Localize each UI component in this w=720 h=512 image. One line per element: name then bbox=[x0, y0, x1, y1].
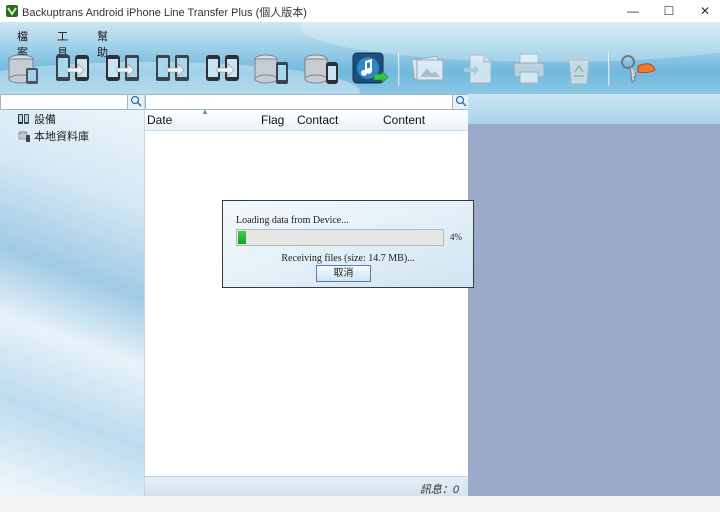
print-icon[interactable] bbox=[510, 50, 548, 88]
itunes-sync-icon[interactable] bbox=[352, 50, 390, 88]
transfer-iphone-to-android-icon[interactable] bbox=[104, 50, 142, 88]
transfer-android-to-iphone-icon[interactable] bbox=[54, 50, 92, 88]
search-icon bbox=[455, 95, 467, 107]
table-header: ▲ Date Flag Contact Content bbox=[145, 107, 469, 131]
window-title: Backuptrans Android iPhone Line Transfer… bbox=[22, 7, 307, 19]
local-database-icon bbox=[18, 131, 30, 142]
window-bottom-border bbox=[0, 496, 720, 512]
receiving-status: Receiving files (size: 14.7 MB)... bbox=[281, 253, 415, 264]
tree-search-button[interactable] bbox=[127, 94, 144, 110]
column-contact[interactable]: Contact bbox=[297, 113, 338, 127]
app-logo-icon bbox=[6, 5, 18, 17]
title-bar: Backuptrans Android iPhone Line Transfer… bbox=[0, 0, 720, 23]
toolbar bbox=[0, 50, 720, 90]
header-chrome: 檔案 工具 幫助 bbox=[0, 22, 720, 94]
maximize-button[interactable]: ☐ bbox=[652, 0, 686, 22]
status-bar: 訊息：0 bbox=[145, 476, 469, 497]
tree-search-input[interactable] bbox=[0, 94, 128, 110]
device-tree-panel: 設備 本地資料庫 bbox=[0, 94, 144, 496]
progress-percent: 4% bbox=[450, 232, 462, 242]
close-button[interactable]: ✕ bbox=[688, 0, 720, 22]
tree-item-local-database[interactable]: 本地資料庫 bbox=[18, 128, 89, 144]
transfer-android-to-android-icon[interactable] bbox=[154, 50, 192, 88]
export-photos-icon[interactable] bbox=[410, 50, 448, 88]
delete-recycle-icon[interactable] bbox=[560, 50, 598, 88]
toolbar-separator bbox=[608, 52, 610, 86]
detail-header bbox=[468, 94, 720, 124]
search-icon bbox=[130, 95, 142, 107]
transfer-iphone-to-iphone-icon[interactable] bbox=[204, 50, 242, 88]
tree-item-label: 設備 bbox=[34, 114, 56, 126]
column-date[interactable]: Date bbox=[147, 113, 172, 127]
tree-item-label: 本地資料庫 bbox=[34, 131, 89, 143]
column-content[interactable]: Content bbox=[383, 113, 425, 127]
export-file-icon[interactable] bbox=[460, 50, 498, 88]
sort-ascending-icon: ▲ bbox=[201, 107, 209, 116]
cancel-button[interactable]: 取消 bbox=[316, 265, 371, 282]
restore-to-android-icon[interactable] bbox=[252, 50, 290, 88]
tree-item-devices[interactable]: 設備 bbox=[18, 111, 56, 127]
register-key-icon[interactable] bbox=[618, 50, 656, 88]
message-detail-panel bbox=[468, 94, 720, 496]
restore-to-iphone-icon[interactable] bbox=[302, 50, 340, 88]
message-search-input[interactable] bbox=[145, 94, 453, 110]
devices-icon bbox=[18, 114, 29, 124]
message-count: 訊息：0 bbox=[419, 484, 459, 496]
loading-message: Loading data from Device... bbox=[236, 215, 349, 226]
minimize-button[interactable]: — bbox=[616, 0, 650, 22]
loading-dialog: Loading data from Device... 4% Receiving… bbox=[222, 200, 474, 288]
toolbar-separator bbox=[398, 52, 400, 86]
progress-bar bbox=[236, 229, 444, 246]
progress-fill bbox=[238, 231, 246, 244]
message-list-panel: ▲ Date Flag Contact Content 訊息：0 bbox=[144, 94, 470, 497]
backup-database-icon[interactable] bbox=[4, 50, 42, 88]
column-flag[interactable]: Flag bbox=[261, 113, 284, 127]
